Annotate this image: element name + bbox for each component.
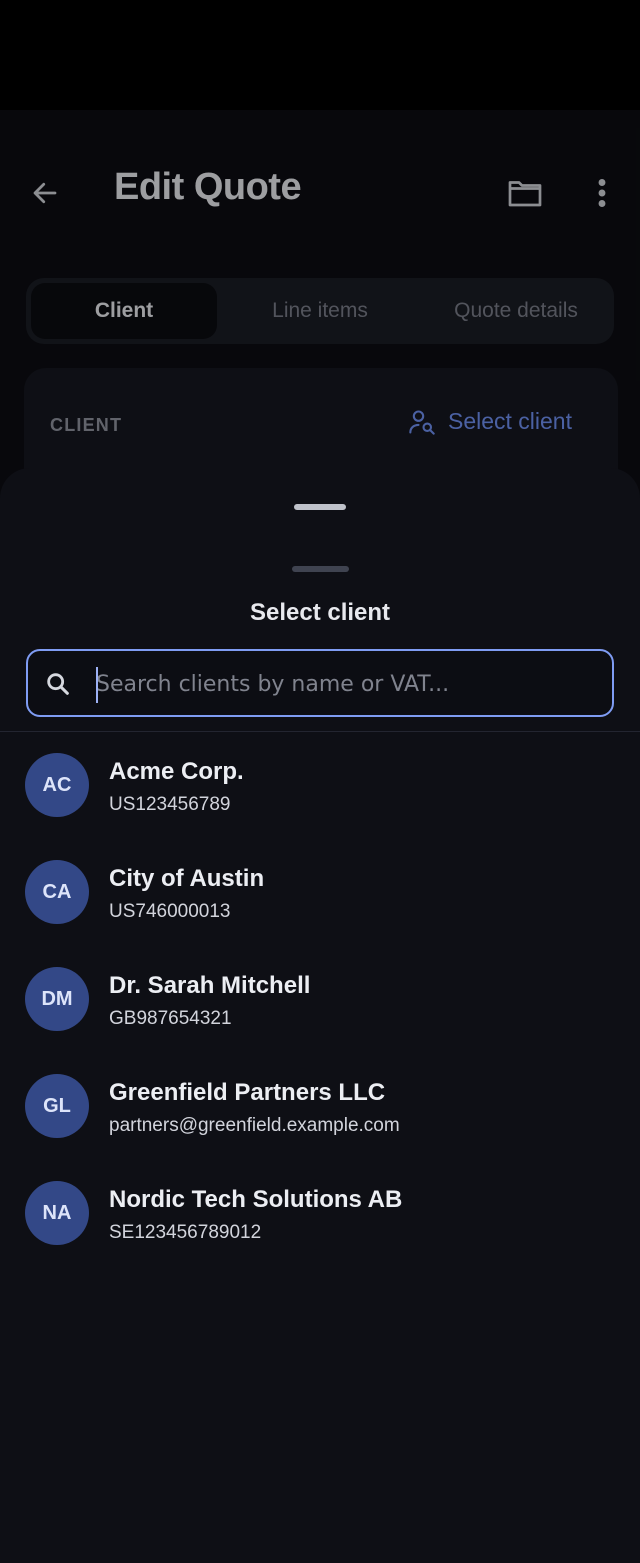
screen: Edit Quote Client Line items Quote detai…: [0, 0, 640, 1563]
client-list-item[interactable]: CA City of Austin US746000013: [0, 840, 640, 947]
divider: [0, 731, 640, 732]
search-icon: [47, 673, 69, 695]
avatar: DM: [25, 967, 89, 1031]
sheet-inner-handle: [292, 566, 349, 572]
select-client-sheet: Select client AC Acme Corp. US123456789 …: [0, 468, 640, 1563]
client-vat: GB987654321: [109, 1008, 232, 1029]
status-bar: [0, 0, 640, 110]
text-caret: [96, 667, 98, 703]
client-name: Dr. Sarah Mitchell: [109, 972, 311, 999]
client-list-item[interactable]: DM Dr. Sarah Mitchell GB987654321: [0, 947, 640, 1054]
client-list-item[interactable]: NA Nordic Tech Solutions AB SE1234567890…: [0, 1161, 640, 1268]
client-vat: SE123456789012: [109, 1222, 262, 1243]
client-vat: US123456789: [109, 794, 231, 815]
sheet-title: Select client: [249, 599, 391, 626]
client-email: partners@greenfield.example.com: [109, 1115, 400, 1136]
avatar: AC: [25, 753, 89, 817]
client-name: City of Austin: [109, 865, 265, 892]
avatar: CA: [25, 860, 89, 924]
sheet-drag-handle[interactable]: [294, 504, 346, 510]
search-input[interactable]: [96, 661, 596, 707]
client-name: Greenfield Partners LLC: [109, 1079, 386, 1106]
client-vat: US746000013: [109, 901, 231, 922]
client-list-item[interactable]: AC Acme Corp. US123456789: [0, 733, 640, 840]
client-list: AC Acme Corp. US123456789 CA City of Aus…: [0, 733, 640, 1268]
client-name: Acme Corp.: [109, 758, 244, 785]
avatar: GL: [25, 1074, 89, 1138]
search-field[interactable]: [26, 649, 614, 717]
avatar: NA: [25, 1181, 89, 1245]
client-list-item[interactable]: GL Greenfield Partners LLC partners@gree…: [0, 1054, 640, 1161]
client-name: Nordic Tech Solutions AB: [109, 1186, 403, 1213]
